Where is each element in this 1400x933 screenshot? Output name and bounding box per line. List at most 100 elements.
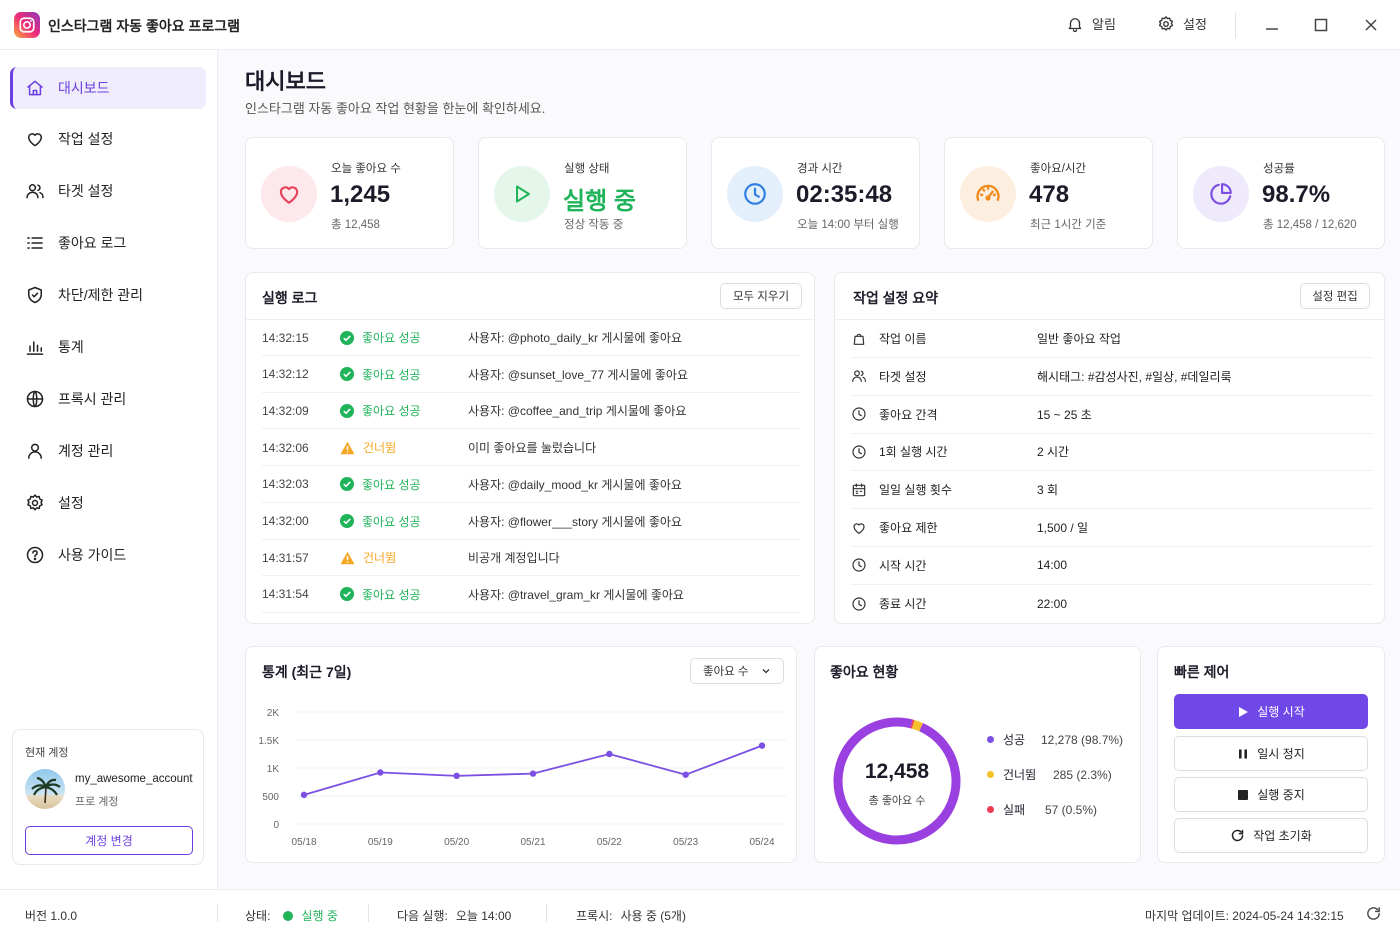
y-tick-label: 1.5K: [258, 736, 279, 747]
stop-button[interactable]: 실행 중지: [1174, 777, 1368, 812]
summary-value: 3 회: [1037, 483, 1059, 498]
sidebar-item-task-settings[interactable]: 작업 설정: [10, 118, 206, 160]
clock-icon: [852, 407, 866, 421]
clear-log-button[interactable]: 모두 지우기: [720, 283, 802, 309]
stat-sub: 총 12,458 / 12,620: [1263, 219, 1357, 231]
sidebar-item-proxy[interactable]: 프록시 관리: [10, 378, 206, 420]
summary-key: 시작 시간: [879, 558, 927, 573]
minimize-button[interactable]: [1261, 14, 1283, 36]
settings-label: 설정: [1183, 17, 1207, 32]
donut-total-label: 총 좋아요 수: [868, 795, 926, 807]
refresh-button[interactable]: [1365, 905, 1382, 922]
stat-value: 02:35:48: [796, 181, 893, 208]
sidebar-item-like-log[interactable]: 좋아요 로그: [10, 222, 206, 264]
proxy-status: 프록시: 사용 중 (5개): [576, 907, 686, 924]
pause-label: 일시 정지: [1257, 747, 1305, 761]
warning-icon: [340, 551, 355, 564]
summary-value: 해시태그: #감성사진, #일상, #데일리룩: [1037, 369, 1232, 384]
stat-label: 오늘 좋아요 수: [331, 163, 401, 175]
settings-button[interactable]: 설정: [1157, 14, 1207, 33]
sidebar-item-label: 사용 가이드: [58, 547, 127, 563]
sidebar-item-block-management[interactable]: 차단/제한 관리: [10, 274, 206, 316]
x-tick-label: 05/19: [368, 837, 393, 848]
speedometer-icon: [976, 184, 1000, 201]
summary-row: 좋아요 간격 15 ~ 25 초: [851, 396, 1373, 434]
sidebar-item-label: 작업 설정: [58, 131, 114, 147]
summary-row: 시작 시간 14:00: [851, 547, 1373, 585]
next-run: 다음 실행: 오늘 14:00: [397, 907, 511, 924]
instagram-logo-icon: [14, 12, 40, 38]
sidebar-item-label: 좋아요 로그: [58, 235, 127, 251]
play-icon: [1239, 706, 1249, 717]
titlebar-divider: [1235, 12, 1236, 38]
summary-row: 1회 실행 시간 2 시간: [851, 433, 1373, 472]
app-title: 인스타그램 자동 좋아요 프로그램: [48, 18, 240, 34]
log-time: 14:32:03: [262, 477, 309, 492]
summary-row: 작업 이름 일반 좋아요 작업: [851, 320, 1373, 358]
log-status: 좋아요 성공: [340, 366, 468, 383]
chevron-down-icon: [762, 669, 770, 674]
log-message: 사용자: @travel_gram_kr 게시물에 좋아요: [468, 587, 684, 602]
close-button[interactable]: [1360, 14, 1382, 36]
log-status: 좋아요 성공: [340, 476, 468, 493]
calendar-icon: [852, 483, 866, 496]
log-row: 14:32:00 좋아요 성공 사용자: @flower___story 게시물에 …: [262, 504, 800, 540]
log-status: 건너뜀: [340, 549, 468, 566]
sidebar-item-label: 차단/제한 관리: [58, 287, 144, 303]
start-button[interactable]: 실행 시작: [1174, 694, 1368, 729]
legend-dot: [987, 806, 994, 813]
sidebar-item-target-settings[interactable]: 타겟 설정: [10, 170, 206, 212]
summary-key: 좋아요 간격: [879, 407, 938, 422]
stat-icon-circle: [727, 166, 783, 222]
log-time: 14:32:09: [262, 403, 309, 418]
close-icon: [1365, 19, 1377, 31]
heart-icon: [28, 133, 42, 147]
x-tick-label: 05/23: [673, 837, 698, 848]
sidebar-item-settings[interactable]: 설정: [10, 482, 206, 524]
log-time: 14:32:12: [262, 367, 309, 382]
proxy-value: 사용 중 (5개): [620, 909, 686, 923]
version-label: 버전 1.0.0: [25, 909, 78, 923]
log-time: 14:32:15: [262, 330, 309, 345]
legend-item-skip: 건너뜀 285 (2.3%): [987, 766, 1112, 783]
play-icon: [516, 185, 530, 203]
stats-chart-panel: 통계 (최근 7일) 좋아요 수 0 500 1K 1.5K 2K 05/18 05/19 0…: [245, 646, 797, 863]
summary-value: 15 ~ 25 초: [1037, 407, 1092, 422]
legend-item-success: 성공 12,278 (98.7%): [987, 731, 1123, 748]
reset-button[interactable]: 작업 초기화: [1174, 818, 1368, 853]
maximize-button[interactable]: [1310, 14, 1332, 36]
edit-settings-button[interactable]: 설정 편집: [1300, 283, 1370, 309]
pause-button[interactable]: 일시 정지: [1174, 736, 1368, 771]
status-indicator: 상태: 실행 중: [245, 907, 338, 924]
sidebar-item-dashboard[interactable]: 대시보드: [10, 67, 206, 109]
log-status-label: 좋아요 성공: [362, 477, 421, 492]
switch-account-button[interactable]: 계정 변경: [25, 826, 193, 855]
title-bar: 인스타그램 자동 좋아요 프로그램 알림 설정: [0, 0, 1400, 50]
statusbar-divider: [368, 904, 369, 922]
check-circle-icon: [340, 403, 354, 418]
summary-key: 좋아요 제한: [879, 521, 938, 535]
metric-select[interactable]: 좋아요 수: [690, 658, 784, 684]
sidebar-item-label: 대시보드: [58, 80, 110, 96]
x-tick-label: 05/24: [749, 837, 774, 848]
status-value: 실행 중: [301, 909, 338, 923]
y-tick-label: 1K: [267, 764, 280, 775]
stat-sub: 오늘 14:00 부터 실행: [797, 219, 899, 231]
status-bar: 버전 1.0.0 상태: 실행 중 다음 실행: 오늘 14:00 프록시: 사…: [0, 889, 1400, 933]
data-point: [529, 770, 537, 777]
sidebar-item-statistics[interactable]: 통계: [10, 326, 206, 368]
stat-icon-circle: [494, 166, 550, 222]
log-message: 비공개 계정입니다: [468, 551, 560, 566]
sidebar-item-account[interactable]: 계정 관리: [10, 430, 206, 472]
check-circle-icon: [340, 367, 354, 382]
list-icon: [27, 237, 43, 249]
y-tick-label: 2K: [267, 708, 280, 719]
notifications-button[interactable]: 알림: [1066, 14, 1116, 33]
sidebar-item-guide[interactable]: 사용 가이드: [10, 534, 206, 576]
stop-icon: [1238, 789, 1249, 800]
legend-value: 57 (0.5%): [1045, 802, 1098, 817]
bag-icon: [853, 333, 865, 345]
stats-chart-title: 통계 (최근 7일): [262, 664, 352, 680]
legend-value: 12,278 (98.7%): [1041, 732, 1124, 747]
log-status-label: 건너뜀: [363, 551, 397, 566]
